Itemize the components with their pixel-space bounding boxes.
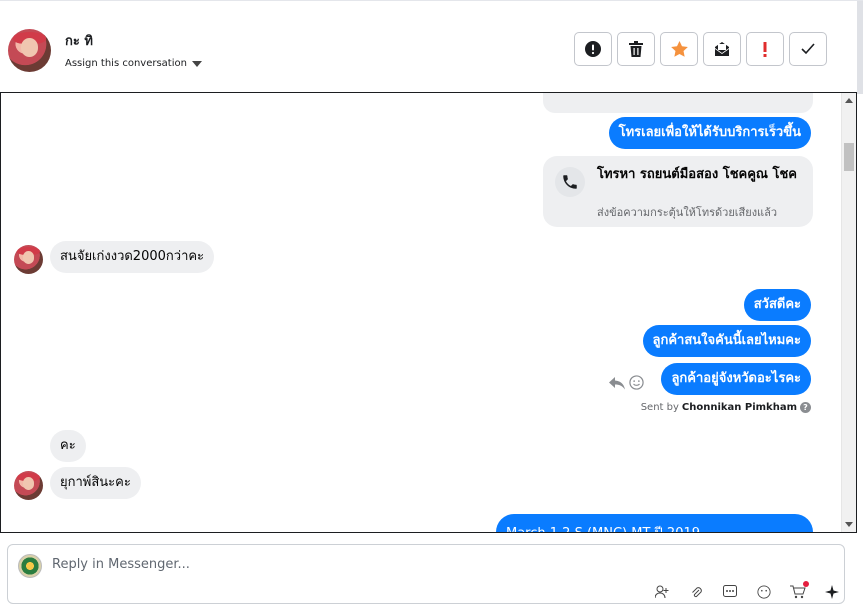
scroll-up-arrow-icon[interactable] bbox=[845, 98, 853, 103]
reply-icon[interactable] bbox=[609, 376, 625, 390]
trash-icon bbox=[629, 41, 643, 57]
contact-name[interactable]: กะ ทิ bbox=[65, 30, 93, 51]
message-thread[interactable]: โทรเลยเพื่อให้ได้รับบริการเร็วขึ้น โทรหา… bbox=[0, 92, 857, 533]
check-icon bbox=[801, 43, 815, 55]
thread-scrollbar[interactable] bbox=[841, 93, 856, 532]
exclamation-icon bbox=[763, 42, 767, 57]
shopping-cart-icon[interactable] bbox=[789, 581, 809, 599]
mark-done-button[interactable] bbox=[789, 32, 827, 66]
caret-down-icon bbox=[191, 60, 202, 67]
call-card[interactable]: โทรหา รถยนต์มือสอง โชคคูณ โชค ส่งข้อความ… bbox=[543, 156, 813, 227]
assign-conversation-dropdown[interactable]: Assign this conversation bbox=[65, 58, 202, 69]
sent-by-name: Chonnikan Pimkham bbox=[681, 402, 797, 413]
sent-by-label: Sent by Chonnikan Pimkham ? bbox=[641, 402, 811, 413]
composer-toolbar bbox=[653, 581, 841, 599]
follow-up-button[interactable] bbox=[746, 32, 784, 66]
incoming-message[interactable]: ยุกาพ์สินะคะ bbox=[50, 467, 141, 499]
envelope-icon bbox=[715, 42, 729, 56]
sent-by-prefix: Sent by bbox=[640, 402, 679, 413]
scroll-thumb[interactable] bbox=[844, 143, 854, 171]
right-panel-edge bbox=[857, 1, 863, 94]
star-icon bbox=[670, 41, 688, 57]
contact-avatar[interactable] bbox=[8, 29, 51, 72]
add-person-icon[interactable] bbox=[653, 585, 671, 599]
emoji-react-icon[interactable] bbox=[629, 375, 644, 390]
attachment-icon[interactable] bbox=[687, 585, 705, 599]
sender-avatar bbox=[14, 245, 43, 274]
sender-avatar bbox=[14, 471, 43, 500]
reply-composer bbox=[7, 544, 845, 604]
assign-label: Assign this conversation bbox=[65, 58, 187, 69]
outgoing-message[interactable]: โทรเลยเพื่อให้ได้รับบริการเร็วขึ้น bbox=[608, 117, 811, 149]
mark-spam-button[interactable] bbox=[574, 32, 612, 66]
scroll-down-arrow-icon[interactable] bbox=[845, 522, 853, 527]
star-button[interactable] bbox=[660, 32, 698, 66]
phone-icon bbox=[555, 167, 585, 197]
previous-message-card bbox=[543, 93, 813, 113]
notification-dot bbox=[803, 581, 809, 587]
outgoing-message[interactable]: สวัสดีคะ bbox=[743, 289, 811, 321]
alert-circle-icon bbox=[585, 41, 601, 57]
emoji-icon[interactable] bbox=[755, 585, 773, 599]
call-card-subtitle: ส่งข้อความกระตุ้นให้โทรด้วยเสียงแล้ว bbox=[597, 206, 778, 219]
outgoing-message[interactable]: ลูกค้าอยู่จังหวัดอะไรคะ bbox=[661, 363, 811, 395]
sparkle-icon[interactable] bbox=[823, 585, 841, 599]
message-actions bbox=[609, 375, 644, 390]
saved-reply-icon[interactable] bbox=[721, 585, 739, 599]
delete-button[interactable] bbox=[617, 32, 655, 66]
outgoing-message[interactable]: March 1.2 S (MNC) MT ปี 2019 bbox=[496, 514, 813, 532]
page-avatar bbox=[18, 554, 42, 578]
mark-unread-button[interactable] bbox=[703, 32, 741, 66]
outgoing-message[interactable]: ลูกค้าสนใจคันนี้เลยไหมคะ bbox=[642, 325, 811, 357]
incoming-message[interactable]: สนจัยเก่งงวด2000กว่าคะ bbox=[50, 241, 215, 273]
reply-input[interactable] bbox=[52, 557, 812, 572]
incoming-message[interactable]: คะ bbox=[50, 430, 86, 462]
conversation-toolbar bbox=[574, 32, 827, 66]
help-icon[interactable]: ? bbox=[800, 402, 811, 413]
call-card-title: โทรหา รถยนต์มือสอง โชคคูณ โชค bbox=[597, 167, 798, 182]
conversation-header: กะ ทิ Assign this conversation bbox=[0, 0, 863, 94]
